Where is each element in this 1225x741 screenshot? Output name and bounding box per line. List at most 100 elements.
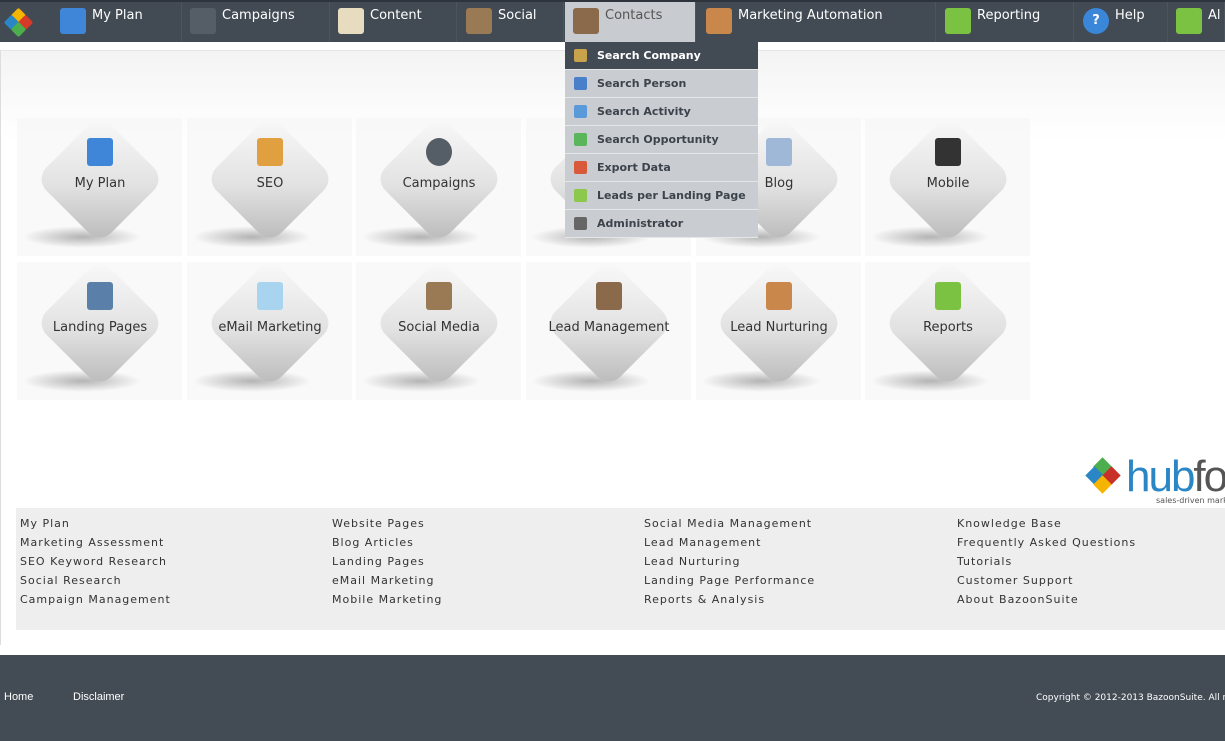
footer-link[interactable]: Frequently Asked Questions: [957, 533, 1136, 552]
footer-link[interactable]: Campaign Management: [20, 590, 171, 609]
tile-email-marketing[interactable]: eMail Marketing: [187, 257, 352, 400]
admin-icon: [574, 217, 587, 230]
gauge-icon: [426, 138, 452, 166]
tile-campaigns[interactable]: Campaigns: [356, 113, 521, 256]
nav-label: Help: [1115, 8, 1145, 23]
footer-link[interactable]: Website Pages: [332, 514, 442, 533]
footer-link-column: Knowledge Base Frequently Asked Questions…: [957, 514, 1136, 609]
copyright-text: Copyright © 2012-2013 BazoonSuite. All r…: [1036, 693, 1225, 703]
phone-icon: [935, 138, 961, 166]
tile-lead-management[interactable]: Lead Management: [526, 257, 691, 400]
form-icon: [87, 282, 113, 310]
menu-item-leads-per-landing-page[interactable]: Leads per Landing Page: [565, 182, 758, 210]
footer-link-column: Social Media Management Lead Management Le…: [644, 514, 815, 609]
menu-item-label: Leads per Landing Page: [597, 189, 746, 202]
tile-mobile[interactable]: Mobile: [865, 113, 1030, 256]
page-arrow-icon: [574, 189, 587, 202]
footer-link[interactable]: Blog Articles: [332, 533, 442, 552]
tile-shadow: [531, 370, 651, 392]
nav-label: Contacts: [605, 8, 663, 23]
nav-item-campaigns[interactable]: Campaigns: [182, 2, 330, 42]
nav-label: Reporting: [977, 8, 1041, 23]
people-icon: [466, 8, 492, 34]
nav-label: Marketing Automation: [738, 8, 883, 23]
footer-link-column: My Plan Marketing Assessment SEO Keyword R…: [20, 514, 171, 609]
blog-icon: [766, 138, 792, 166]
nav-item-contacts[interactable]: Contacts: [565, 2, 696, 42]
chat-person-icon: [574, 105, 587, 118]
footer-link[interactable]: eMail Marketing: [332, 571, 442, 590]
people-icon: [426, 282, 452, 310]
footer-link[interactable]: Landing Page Performance: [644, 571, 815, 590]
envelope-icon: [257, 282, 283, 310]
tile-shadow: [701, 370, 821, 392]
footer-link[interactable]: Tutorials: [957, 552, 1136, 571]
footer-link[interactable]: Mobile Marketing: [332, 590, 442, 609]
menu-item-search-activity[interactable]: Search Activity: [565, 98, 758, 126]
chart-up-icon: [935, 282, 961, 310]
footer-link[interactable]: SEO Keyword Research: [20, 552, 171, 571]
menu-item-search-person[interactable]: Search Person: [565, 70, 758, 98]
footer-link[interactable]: Lead Management: [644, 533, 815, 552]
footer-link[interactable]: Social Research: [20, 571, 171, 590]
tile-landing-pages[interactable]: Landing Pages: [17, 257, 182, 400]
gauge-icon: [190, 8, 216, 34]
contacts-dropdown-menu: Search Company Search Person Search Activi…: [565, 42, 758, 238]
nav-label: My Plan: [92, 8, 143, 23]
nav-label: Al: [1208, 8, 1221, 23]
menu-item-label: Administrator: [597, 217, 684, 230]
chart-up-icon: [945, 8, 971, 34]
tile-social-media[interactable]: Social Media: [356, 257, 521, 400]
brand-name-a: hub: [1126, 452, 1195, 501]
brand-name-b: fo: [1193, 452, 1225, 501]
person-icon: [574, 77, 587, 90]
tile-shadow: [361, 226, 481, 248]
footer-link[interactable]: My Plan: [20, 514, 171, 533]
tile-shadow: [870, 370, 990, 392]
footer-link[interactable]: Reports & Analysis: [644, 590, 815, 609]
menu-item-export-data[interactable]: Export Data: [565, 154, 758, 182]
footer-link[interactable]: Lead Nurturing: [644, 552, 815, 571]
book-icon: [338, 8, 364, 34]
tile-shadow: [870, 226, 990, 248]
nav-item-marketing-automation[interactable]: Marketing Automation: [698, 2, 936, 42]
tile-my-plan[interactable]: My Plan: [17, 113, 182, 256]
footer-link[interactable]: About BazoonSuite: [957, 590, 1136, 609]
menu-item-label: Search Company: [597, 49, 701, 62]
nav-item-content[interactable]: Content: [330, 2, 457, 42]
footer-link[interactable]: Knowledge Base: [957, 514, 1136, 533]
footer-link[interactable]: Social Media Management: [644, 514, 815, 533]
menu-item-label: Search Activity: [597, 105, 691, 118]
menu-item-search-company[interactable]: Search Company: [565, 42, 758, 70]
nav-label: Campaigns: [222, 8, 295, 23]
menu-item-label: Search Opportunity: [597, 133, 719, 146]
tile-lead-nurturing[interactable]: Lead Nurturing: [696, 257, 861, 400]
brand-tagline: sales-driven marketi: [1156, 496, 1225, 505]
tile-reports[interactable]: Reports: [865, 257, 1030, 400]
nav-item-help[interactable]: ? Help: [1075, 2, 1168, 42]
footer-link-column: Website Pages Blog Articles Landing Pages e…: [332, 514, 442, 609]
footer-bar: Home Disclaimer Copyright © 2012-2013 Ba…: [0, 655, 1225, 741]
nav-item-my-plan[interactable]: My Plan: [52, 2, 182, 42]
nav-item-reporting[interactable]: Reporting: [937, 2, 1074, 42]
menu-item-label: Search Person: [597, 77, 687, 90]
menu-item-search-opportunity[interactable]: Search Opportunity: [565, 126, 758, 154]
export-icon: [574, 161, 587, 174]
bank-icon: [574, 49, 587, 62]
disclaimer-link[interactable]: Disclaimer: [73, 691, 124, 703]
nav-item-al[interactable]: Al: [1168, 2, 1225, 42]
footer-links-panel: My Plan Marketing Assessment SEO Keyword R…: [16, 508, 1225, 630]
footer-link[interactable]: Marketing Assessment: [20, 533, 171, 552]
footer-link[interactable]: Landing Pages: [332, 552, 442, 571]
home-link[interactable]: Home: [4, 691, 33, 703]
help-icon: ?: [1083, 8, 1109, 34]
magnifier-icon: [257, 138, 283, 166]
tile-shadow: [22, 370, 142, 392]
tile-seo[interactable]: SEO: [187, 113, 352, 256]
menu-item-administrator[interactable]: Administrator: [565, 210, 758, 238]
logo-icon[interactable]: [3, 7, 34, 38]
footer-link[interactable]: Customer Support: [957, 571, 1136, 590]
inbox-tray-icon: [766, 282, 792, 310]
user-icon: [1176, 8, 1202, 34]
nav-item-social[interactable]: Social: [458, 2, 564, 42]
